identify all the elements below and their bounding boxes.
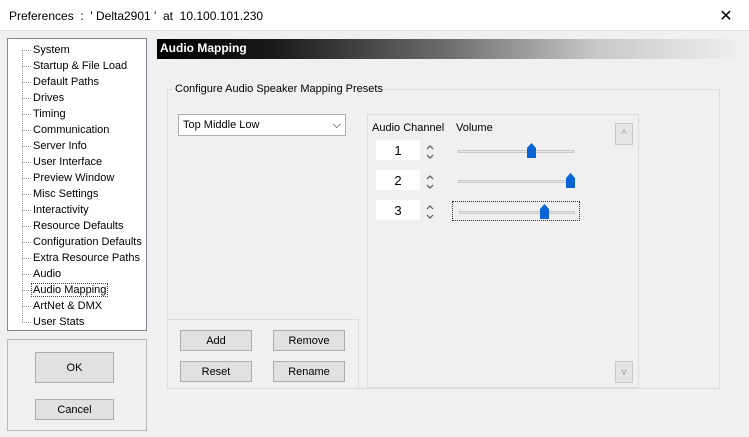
volume-header: Volume [456, 122, 493, 134]
window-title: Preferences : ' Delta2901 ' at 10.100.10… [9, 9, 264, 23]
channel-number: 1 [394, 143, 402, 158]
tree-connector [22, 273, 31, 275]
tree-connector [22, 321, 31, 323]
tree-item-label: System [33, 44, 70, 56]
reset-button[interactable]: Reset [180, 361, 252, 382]
slider-thumb[interactable] [540, 204, 550, 219]
scroll-down-button[interactable]: v [615, 361, 633, 383]
ok-button[interactable]: OK [35, 352, 114, 383]
tree-connector [22, 97, 31, 99]
tree-item[interactable]: Interactivity [22, 202, 90, 218]
tree-item-label: Communication [33, 124, 110, 136]
tree-item[interactable]: System [22, 42, 71, 58]
tree-item[interactable]: Misc Settings [22, 186, 99, 202]
tree-item[interactable]: Audio Mapping [22, 282, 109, 298]
channel-field[interactable]: 1 [376, 140, 420, 160]
channel-spinner[interactable] [425, 174, 435, 192]
tree-item-label: Resource Defaults [33, 220, 124, 232]
volume-slider[interactable] [452, 141, 580, 161]
tree-item[interactable]: Communication [22, 122, 110, 138]
chevron-down-icon: ⌵ [332, 119, 341, 131]
close-icon: ✕ [719, 7, 733, 25]
chevron-up-icon: ^ [621, 128, 627, 140]
tree-connector [22, 81, 31, 83]
tree-item-label: ArtNet & DMX [33, 300, 103, 312]
preset-select[interactable]: Top Middle Low ⌵ [178, 114, 346, 136]
title-bar: Preferences : ' Delta2901 ' at 10.100.10… [0, 0, 749, 31]
tree-connector [22, 49, 31, 51]
tree-item[interactable]: Default Paths [22, 74, 100, 90]
tree-item[interactable]: User Interface [22, 154, 103, 170]
tree-connector [22, 257, 31, 259]
tree-item-label: Audio Mapping [31, 283, 109, 297]
channel-field[interactable]: 3 [376, 200, 420, 220]
tree-item-label: Preview Window [33, 172, 115, 184]
tree-connector [22, 129, 31, 131]
page-title: Audio Mapping [160, 41, 247, 55]
tree-item-label: Interactivity [33, 204, 89, 216]
channel-spinner[interactable] [425, 204, 435, 222]
chevron-down-icon: v [621, 366, 627, 378]
channel-field[interactable]: 2 [376, 170, 420, 190]
channel-spinner[interactable] [425, 144, 435, 162]
tree-connector [22, 209, 31, 211]
close-button[interactable]: ✕ [703, 0, 749, 31]
spinner-arrows-icon [426, 205, 434, 219]
channel-number: 2 [394, 173, 402, 188]
preset-select-value: Top Middle Low [183, 119, 260, 131]
tree-item[interactable]: Preview Window [22, 170, 115, 186]
tree-item-label: Audio [33, 268, 62, 280]
tree-item-label: Server Info [33, 140, 87, 152]
cancel-button[interactable]: Cancel [35, 399, 114, 420]
slider-thumb[interactable] [526, 143, 536, 158]
tree-item-label: Drives [33, 92, 65, 104]
tree-item[interactable]: User Stats [22, 314, 85, 330]
tree-connector [22, 225, 31, 227]
rename-button[interactable]: Rename [273, 361, 345, 382]
tree-connector [22, 113, 31, 115]
volume-slider[interactable] [452, 171, 580, 191]
tree-item-label: Timing [33, 108, 66, 120]
tree-connector [22, 305, 31, 307]
group-label: Configure Audio Speaker Mapping Presets [175, 83, 383, 95]
remove-button[interactable]: Remove [273, 330, 345, 351]
tree-connector [22, 161, 31, 163]
tree-item-label: Default Paths [33, 76, 100, 88]
tree-item-label: Configuration Defaults [33, 236, 142, 248]
slider-track [458, 180, 574, 183]
tree-item[interactable]: Configuration Defaults [22, 234, 143, 250]
volume-slider[interactable] [452, 201, 580, 221]
channel-number: 3 [394, 203, 402, 218]
preferences-tree: System Startup & File Load Default Paths Dr… [7, 38, 147, 331]
tree-connector [22, 193, 31, 195]
slider-thumb[interactable] [566, 173, 576, 188]
tree-connector [22, 177, 31, 179]
scroll-up-button[interactable]: ^ [615, 123, 633, 145]
tree-connector [22, 65, 31, 67]
spinner-arrows-icon [426, 175, 434, 189]
slider-track [458, 150, 574, 153]
tree-item[interactable]: Drives [22, 90, 65, 106]
page-header: Audio Mapping [157, 39, 742, 59]
spinner-arrows-icon [426, 145, 434, 159]
tree-item-label: Misc Settings [33, 188, 99, 200]
audio-channel-header: Audio Channel [372, 122, 445, 134]
tree-item-label: Startup & File Load [33, 60, 128, 72]
tree-connector [22, 241, 31, 243]
tree-item[interactable]: Audio [22, 266, 62, 282]
tree-item[interactable]: Extra Resource Paths [22, 250, 141, 266]
tree-item-label: Extra Resource Paths [33, 252, 140, 264]
tree-connector [22, 289, 31, 291]
tree-item[interactable]: Timing [22, 106, 67, 122]
tree-item[interactable]: Server Info [22, 138, 88, 154]
tree-item[interactable]: Startup & File Load [22, 58, 128, 74]
add-button[interactable]: Add [180, 330, 252, 351]
tree-item[interactable]: ArtNet & DMX [22, 298, 103, 314]
slider-track [459, 211, 575, 214]
tree-connector [22, 145, 31, 147]
tree-item-label: User Stats [33, 316, 85, 328]
tree-item-label: User Interface [33, 156, 103, 168]
tree-item[interactable]: Resource Defaults [22, 218, 125, 234]
